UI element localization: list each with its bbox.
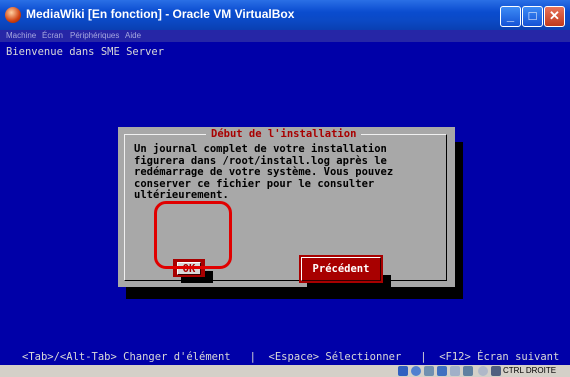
network-icon[interactable] xyxy=(437,366,447,376)
welcome-banner: Bienvenue dans SME Server xyxy=(6,46,165,58)
menu-bar: Machine Écran Périphériques Aide xyxy=(0,30,570,42)
previous-button-label: Précédent xyxy=(312,263,370,275)
usb-icon[interactable] xyxy=(424,366,434,376)
minimize-button[interactable]: _ xyxy=(500,6,521,27)
ok-highlight-circle xyxy=(154,201,232,269)
keyboard-capture-icon[interactable] xyxy=(491,366,501,376)
virtualbox-app-icon xyxy=(5,7,21,23)
close-button[interactable]: ✕ xyxy=(544,6,565,27)
optical-drive-icon[interactable] xyxy=(411,366,421,376)
status-bar: CTRL DROITE xyxy=(0,365,570,377)
menu-aide[interactable]: Aide xyxy=(125,30,141,42)
window-title: MediaWiki [En fonction] - Oracle VM Virt… xyxy=(26,7,295,21)
menu-ecran[interactable]: Écran xyxy=(42,30,63,42)
shared-folders-icon[interactable] xyxy=(450,366,460,376)
mouse-integration-icon[interactable] xyxy=(478,366,488,376)
maximize-button[interactable]: □ xyxy=(522,6,543,27)
hard-disk-icon[interactable] xyxy=(398,366,408,376)
vm-console-screen[interactable]: Bienvenue dans SME Server Début de l'ins… xyxy=(0,42,570,365)
title-bar[interactable]: MediaWiki [En fonction] - Oracle VM Virt… xyxy=(0,0,570,30)
dialog-message: Un journal complet de votre installation… xyxy=(134,143,394,202)
virtualbox-window: MediaWiki [En fonction] - Oracle VM Virt… xyxy=(0,0,570,377)
keyboard-help-line: <Tab>/<Alt-Tab> Changer d'élément | <Esp… xyxy=(22,351,560,363)
host-key-label: CTRL DROITE xyxy=(503,366,557,375)
previous-button[interactable]: Précédent xyxy=(299,255,383,283)
display-icon[interactable] xyxy=(463,366,473,376)
menu-machine[interactable]: Machine xyxy=(6,30,36,42)
menu-peripheriques[interactable]: Périphériques xyxy=(70,30,119,42)
dialog-title: Début de l'installation xyxy=(206,128,362,140)
